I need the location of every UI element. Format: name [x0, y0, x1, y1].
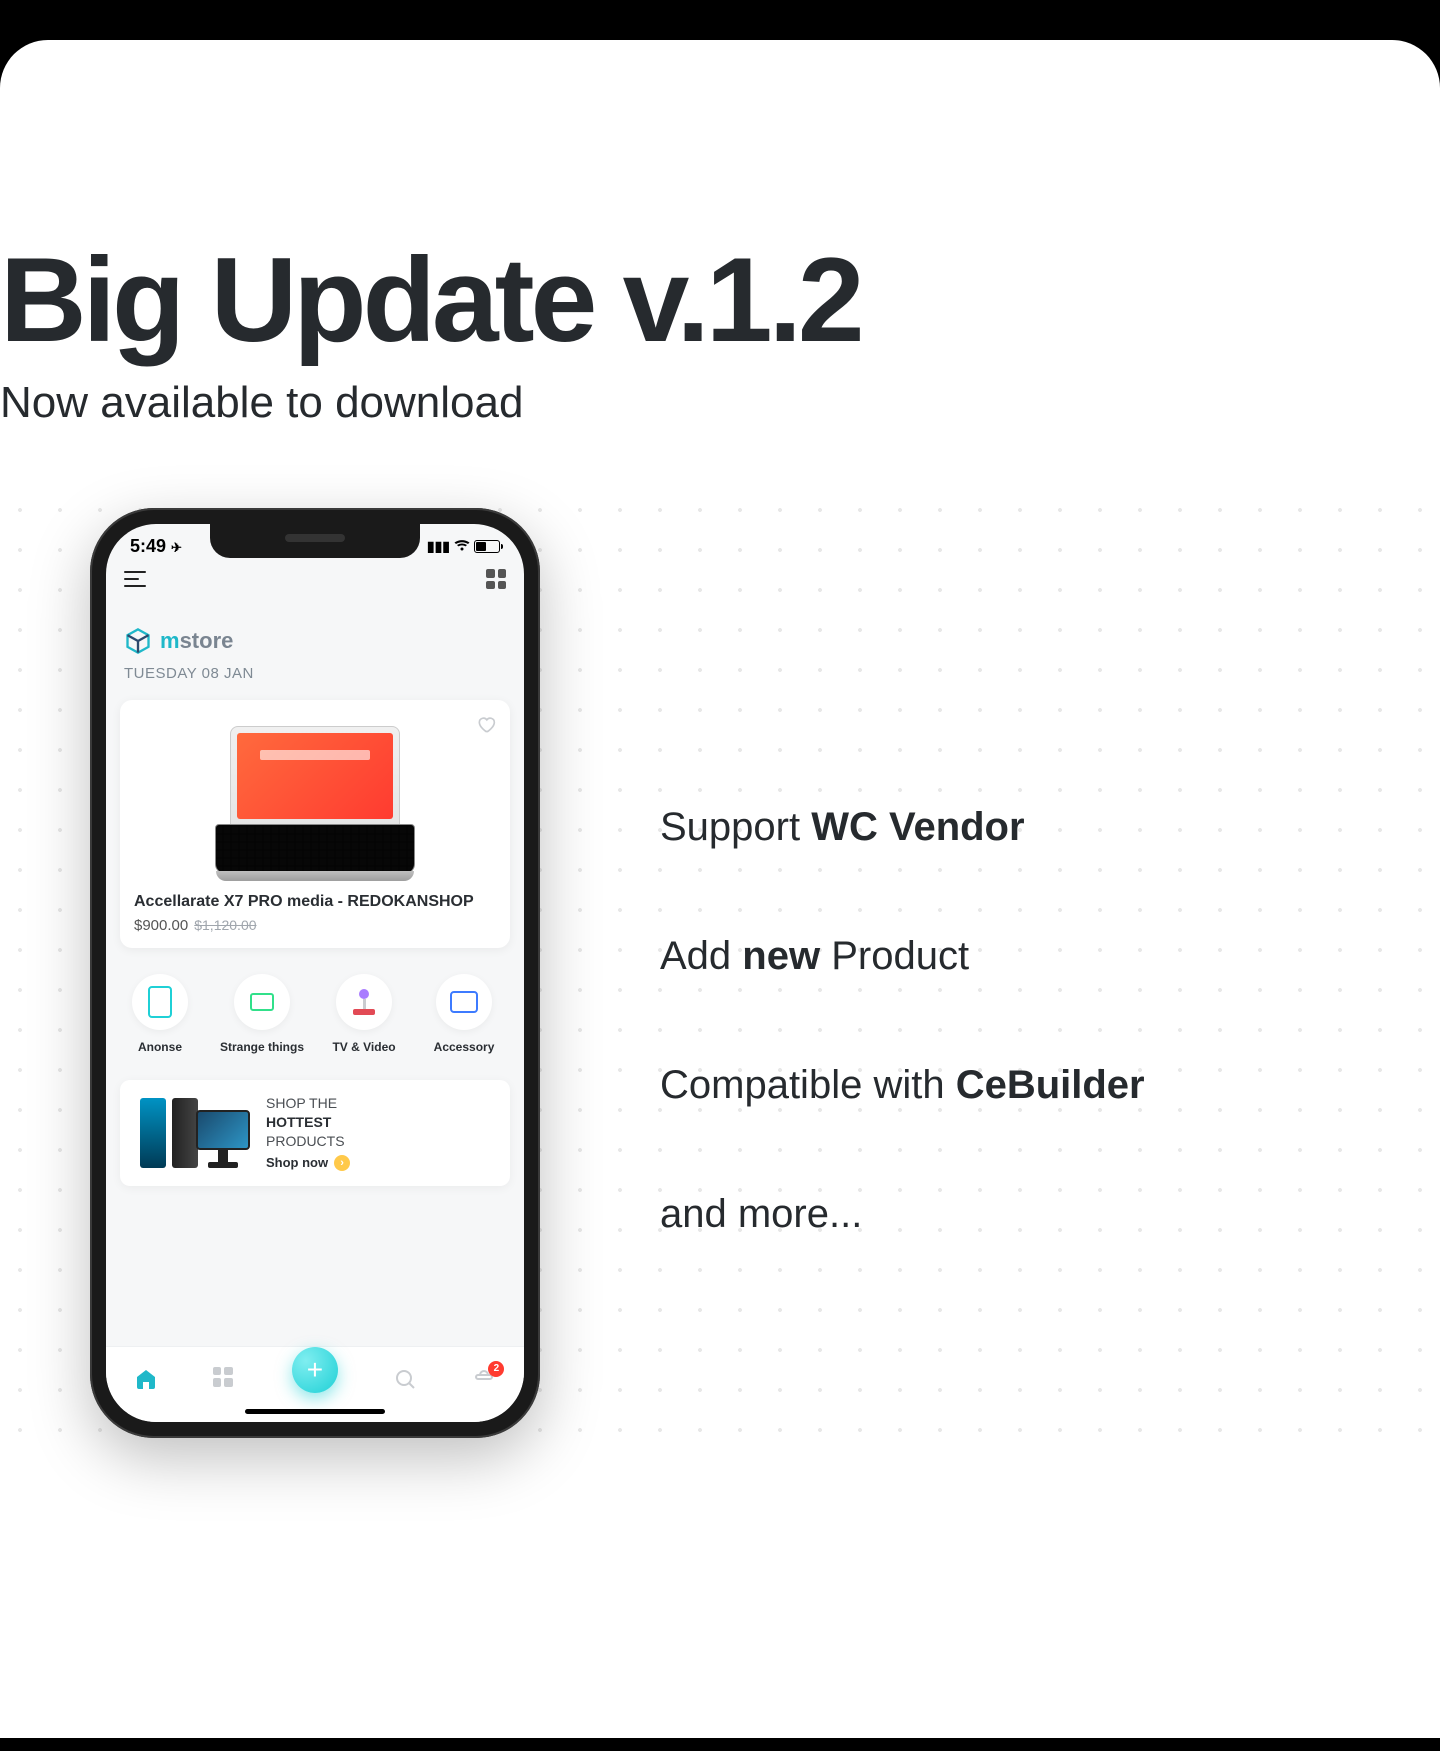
grid-view-icon[interactable] [486, 569, 506, 589]
promo-banner[interactable]: SHOP THE HOTTEST PRODUCTS Shop now› [120, 1080, 510, 1186]
signal-icon: ▮▮▮ [427, 538, 450, 555]
shop-now-link[interactable]: Shop now› [266, 1154, 350, 1172]
category-accessory[interactable]: Accessory [424, 974, 504, 1054]
tab-cart[interactable]: 2 [472, 1367, 496, 1391]
cart-badge: 2 [488, 1361, 504, 1377]
promo-image [134, 1098, 254, 1168]
battery-icon [474, 540, 500, 553]
feature-wc-vendor: Support WC Vendor [660, 805, 1145, 850]
menu-icon[interactable] [124, 571, 146, 587]
tab-home[interactable] [134, 1367, 158, 1391]
wifi-icon [454, 539, 470, 555]
hero-subtitle: Now available to download [0, 378, 1440, 428]
product-price: $900.00$1,120.00 [134, 917, 496, 934]
fab-add[interactable]: + [292, 1347, 338, 1393]
feature-cebuilder: Compatible with CeBuilder [660, 1063, 1145, 1108]
logo-icon [124, 627, 152, 655]
date-label: TUESDAY 08 JAN [106, 659, 524, 694]
hero-title: Big Update v.1.2 [0, 240, 1440, 360]
product-card[interactable]: Accellarate X7 PRO media - REDOKANSHOP $… [120, 700, 510, 948]
category-tv[interactable]: TV & Video [324, 974, 404, 1054]
category-strange[interactable]: Strange things [220, 974, 304, 1054]
app-logo: mstore [106, 597, 524, 659]
status-time: 5:49 ✈ [130, 536, 182, 557]
phone-mockup: 5:49 ✈ ▮▮▮ [90, 508, 540, 1438]
hero-section: Big Update v.1.2 Now available to downlo… [0, 240, 1440, 508]
product-title: Accellarate X7 PRO media - REDOKANSHOP [134, 892, 496, 913]
tab-search[interactable] [393, 1367, 417, 1391]
home-indicator [245, 1409, 385, 1414]
product-image [215, 726, 415, 874]
category-anonse[interactable]: Anonse [120, 974, 200, 1054]
favorite-icon[interactable] [476, 714, 496, 734]
phone-notch [210, 524, 420, 558]
feature-list: Support WC Vendor Add new Product Compat… [660, 625, 1145, 1321]
feature-add-product: Add new Product [660, 934, 1145, 979]
feature-more: and more... [660, 1192, 1145, 1237]
tab-grid[interactable] [213, 1367, 237, 1391]
category-row: Anonse Strange things [106, 954, 524, 1062]
